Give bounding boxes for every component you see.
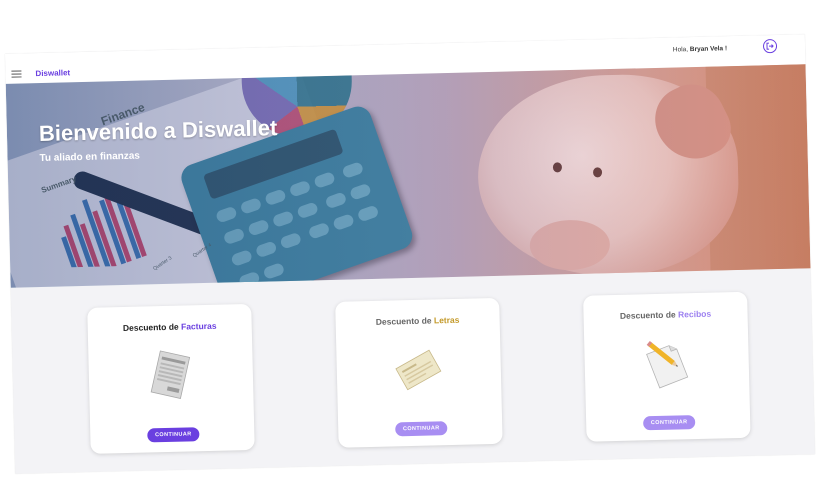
card-title: Descuento de Recibos [583, 308, 747, 322]
card-title: Descuento de Letras [336, 314, 500, 328]
card-facturas: Descuento de Facturas CONTINUAR [87, 303, 255, 454]
summary-text: Summary [40, 174, 78, 195]
card-title-accent: Recibos [677, 308, 712, 320]
logout-icon [766, 42, 774, 50]
quarter-3-text: Quarter 3 [152, 255, 173, 272]
continuar-button[interactable]: CONTINUAR [147, 427, 200, 443]
quarter-4-text: Quarter 4 [192, 242, 213, 259]
logout-button[interactable] [762, 38, 778, 54]
card-letras: Descuento de Letras CONTINUAR [335, 297, 503, 448]
app-window: Diswallet Hola, Bryan Vela ! Finance Sum… [4, 34, 816, 474]
card-title-accent: Facturas [180, 320, 217, 332]
continuar-button[interactable]: CONTINUAR [395, 421, 448, 437]
user-greeting: Hola, Bryan Vela ! [673, 45, 727, 53]
card-title-prefix: Descuento de [122, 321, 179, 334]
hero-banner: Finance Summary Quarter 3 Quarter 4 Bien… [5, 64, 811, 288]
hamburger-menu-icon[interactable] [11, 70, 22, 78]
receipt-pencil-icon [646, 341, 689, 389]
card-title-prefix: Descuento de [619, 309, 676, 321]
brand-title[interactable]: Diswallet [35, 68, 70, 78]
hero-image-text: Finance Summary Quarter 3 Quarter 4 [40, 100, 213, 272]
greeting-prefix: Hola, [672, 46, 689, 54]
continuar-button[interactable]: CONTINUAR [643, 415, 696, 431]
card-title-accent: Letras [433, 314, 460, 326]
invoice-document-icon [150, 350, 191, 399]
card-title-prefix: Descuento de [375, 315, 432, 327]
bill-check-icon [395, 349, 442, 391]
card-title: Descuento de Facturas [88, 320, 252, 334]
card-recibos: Descuento de Recibos CONTINUAR [583, 291, 751, 442]
user-name: Bryan Vela ! [689, 45, 728, 54]
